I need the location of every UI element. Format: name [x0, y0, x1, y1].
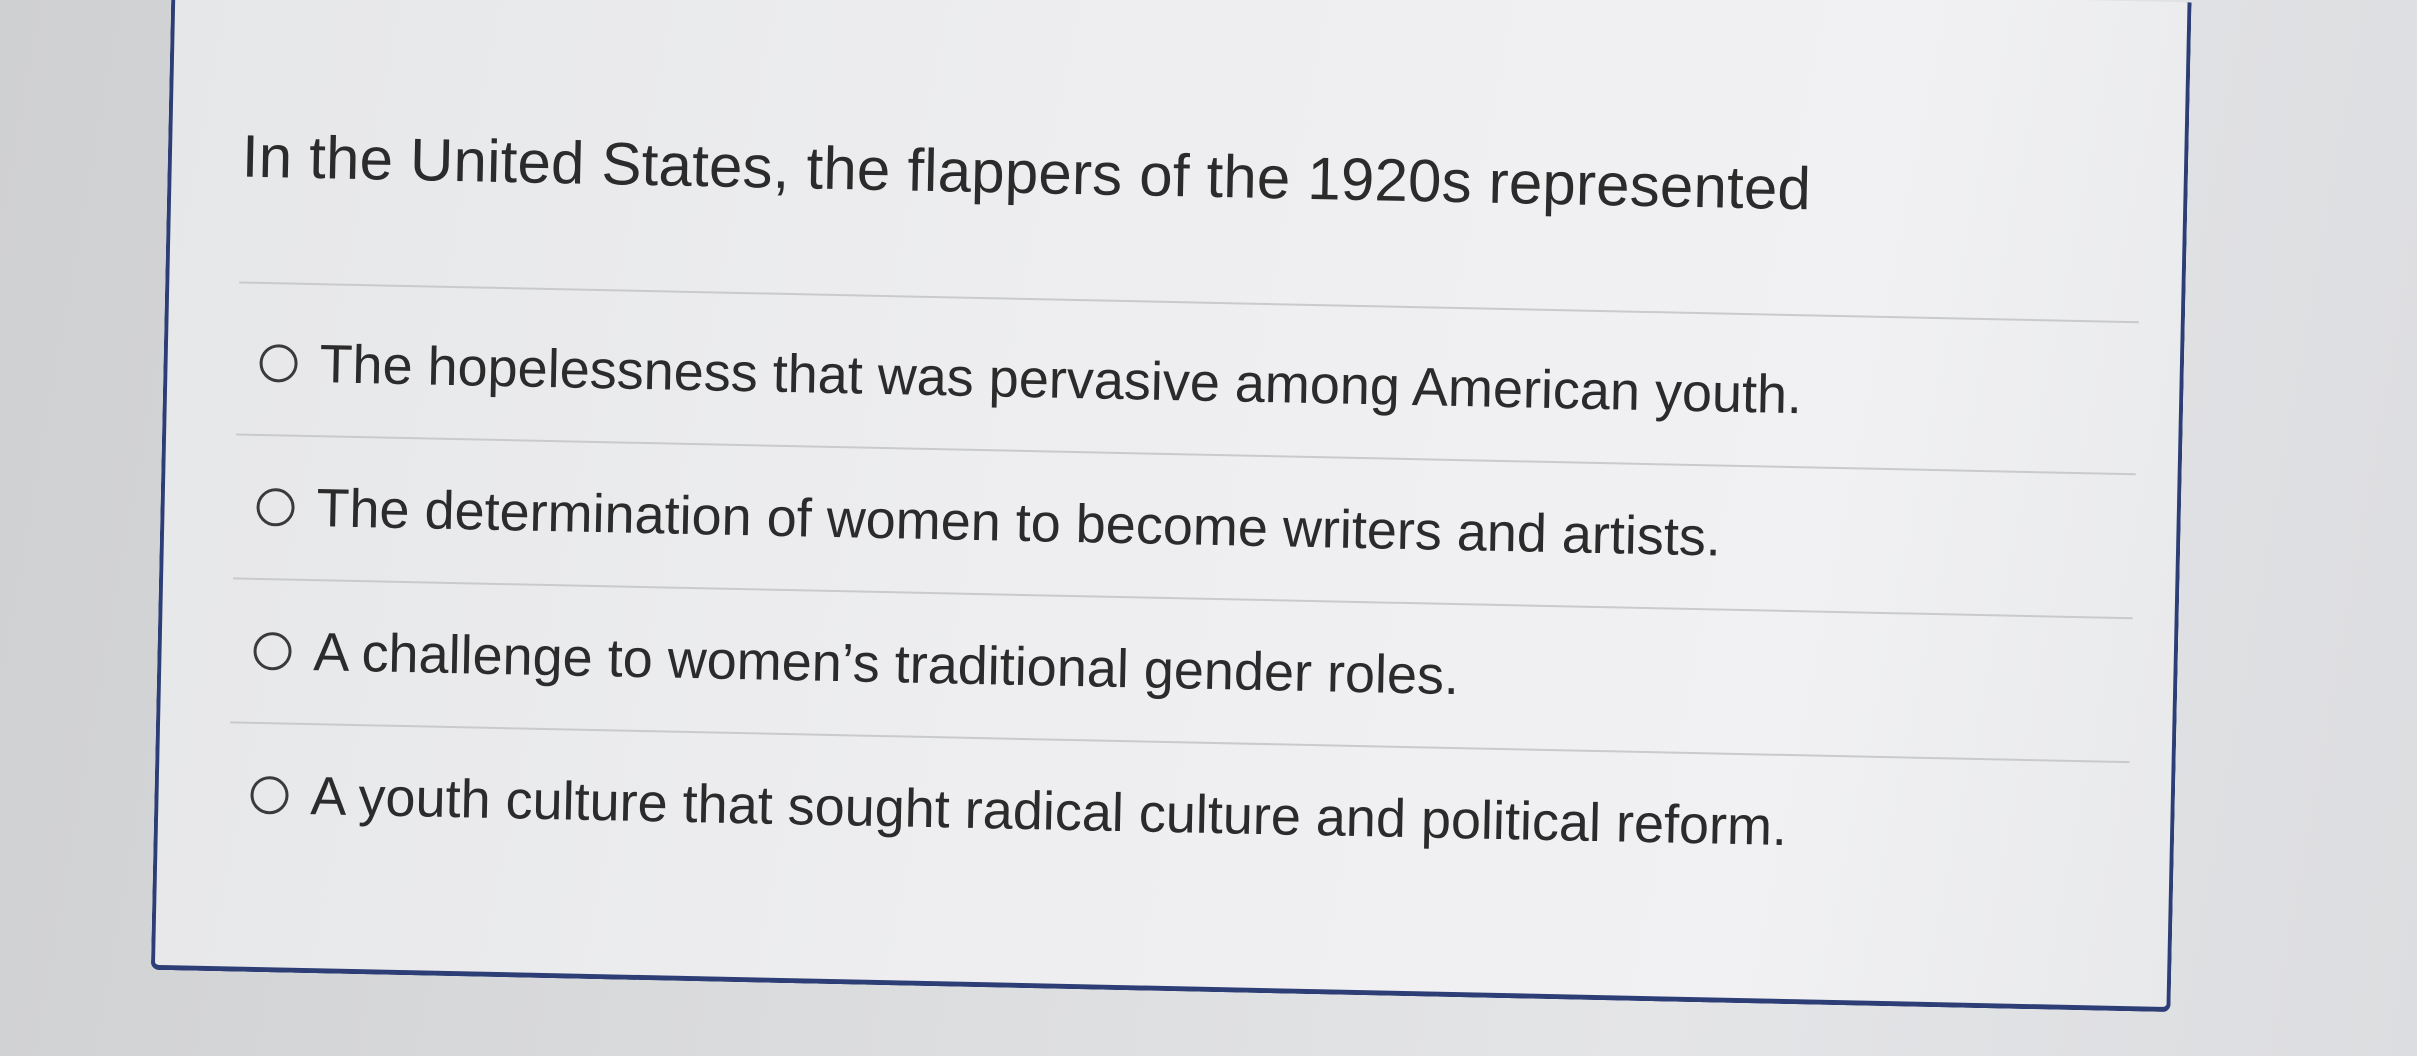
answer-option-label: A youth culture that sought radical cult… [309, 766, 1788, 858]
radio-button-icon[interactable] [253, 631, 292, 671]
question-text: In the United States, the flappers of th… [241, 122, 1812, 223]
radio-button-icon[interactable] [256, 487, 295, 527]
answer-option-label: A challenge to women’s traditional gende… [312, 622, 1460, 707]
question-card: In the United States, the flappers of th… [150, 0, 2192, 1013]
answer-options: The hopelessness that was pervasive amon… [227, 291, 2139, 905]
radio-button-icon[interactable] [250, 775, 289, 815]
answer-option-label: The hopelessness that was pervasive amon… [318, 334, 1803, 426]
answer-option-label: The determination of women to become wri… [315, 478, 1722, 568]
radio-button-icon[interactable] [259, 343, 298, 383]
